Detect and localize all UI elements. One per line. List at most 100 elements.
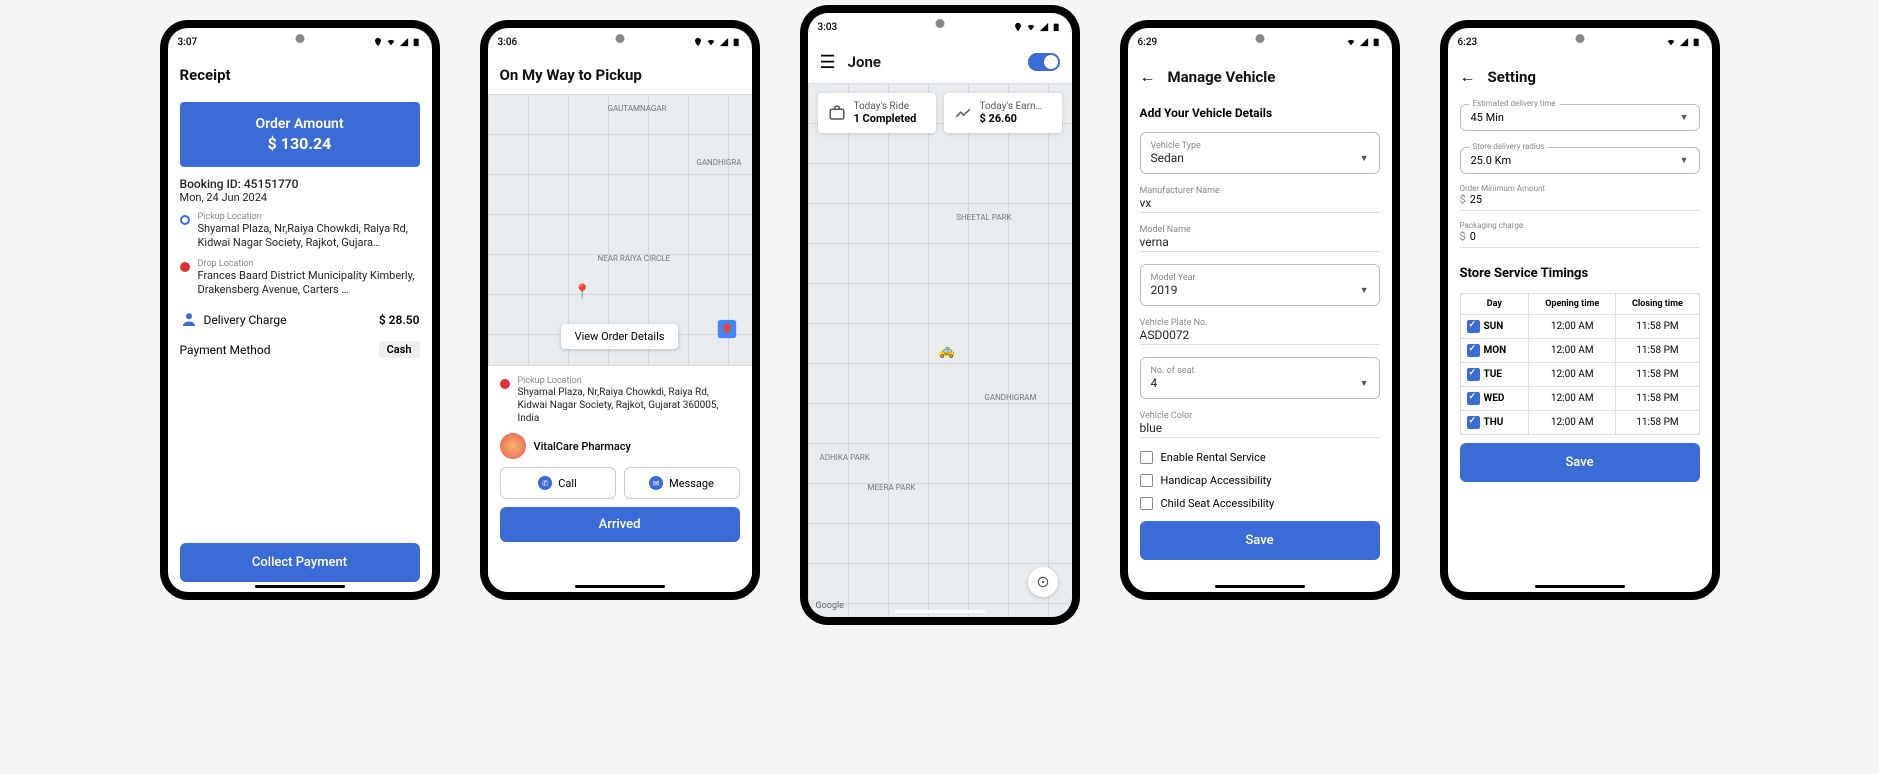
checkbox-icon xyxy=(1140,474,1153,487)
page-title: Manage Vehicle xyxy=(1168,68,1276,86)
pickup-dot-icon xyxy=(180,215,190,225)
call-button[interactable]: ✆ Call xyxy=(500,467,616,499)
field-label: Store delivery radius xyxy=(1469,142,1549,151)
signal-icon xyxy=(719,37,729,47)
collect-payment-button[interactable]: Collect Payment xyxy=(180,543,420,582)
field-value: blue xyxy=(1140,421,1380,435)
signal-icon xyxy=(1039,22,1049,32)
wifi-icon xyxy=(1026,22,1036,32)
map-area-label: NEAR RAIYA CIRCLE xyxy=(598,254,671,263)
map-area-label: SHEETAL PARK xyxy=(956,213,1011,222)
day-name: WED xyxy=(1484,393,1505,404)
day-name: TUE xyxy=(1484,369,1502,380)
table-row[interactable]: SUN12:00 AM11:58 PM xyxy=(1460,315,1699,339)
back-icon[interactable]: ← xyxy=(1460,67,1476,87)
signal-icon xyxy=(399,37,409,47)
nav-bar xyxy=(575,585,665,588)
checkbox-icon xyxy=(1467,368,1480,381)
field-label: Model Name xyxy=(1140,225,1380,235)
checkbox-icon xyxy=(1467,392,1480,405)
page-title: Setting xyxy=(1488,68,1536,86)
google-attribution: Google xyxy=(816,601,844,611)
field-label: Order Minimum Amount xyxy=(1460,184,1700,193)
message-button[interactable]: ✉ Message xyxy=(624,467,740,499)
back-icon[interactable]: ← xyxy=(1140,67,1156,87)
vehicle-type-select[interactable]: Vehicle Type Sedan▼ xyxy=(1140,132,1380,174)
status-time: 3:07 xyxy=(178,37,198,48)
checkbox-icon xyxy=(1467,320,1480,333)
ride-value: 1 Completed xyxy=(854,112,917,125)
field-value: 45 Min xyxy=(1471,111,1504,124)
model-year-select[interactable]: Model Year 2019▼ xyxy=(1140,264,1380,306)
page-title: On My Way to Pickup xyxy=(500,66,740,84)
min-amount-input[interactable]: Order Minimum Amount $25 xyxy=(1460,184,1700,211)
view-order-button[interactable]: View Order Details xyxy=(561,324,679,349)
open-time: 12:00 AM xyxy=(1529,339,1616,363)
currency-prefix: $ xyxy=(1460,230,1466,243)
save-button[interactable]: Save xyxy=(1140,521,1380,560)
signal-icon xyxy=(1679,37,1689,47)
google-maps-icon[interactable] xyxy=(716,318,738,340)
camera-dot xyxy=(1575,34,1584,43)
table-row[interactable]: WED12:00 AM11:58 PM xyxy=(1460,387,1699,411)
status-time: 6:29 xyxy=(1138,37,1158,48)
delivery-radius-select[interactable]: Store delivery radius 25.0 Km▼ xyxy=(1460,147,1700,174)
nav-bar xyxy=(255,585,345,588)
currency-prefix: $ xyxy=(1460,193,1466,206)
page-title: Receipt xyxy=(180,66,420,84)
field-label: No. of seat xyxy=(1151,366,1369,376)
delivery-charge-label: Delivery Charge xyxy=(204,313,379,327)
table-row[interactable]: THU12:00 AM11:58 PM xyxy=(1460,411,1699,435)
packaging-input[interactable]: Packaging charge $0 xyxy=(1460,221,1700,248)
today-earn-card[interactable]: Today's Earn… $ 26.60 xyxy=(944,93,1062,133)
order-amount-value: $ 130.24 xyxy=(180,134,420,153)
today-ride-card[interactable]: Today's Ride 1 Completed xyxy=(818,93,936,133)
handicap-checkbox[interactable]: Handicap Accessibility xyxy=(1128,469,1392,492)
checkbox-icon xyxy=(1467,344,1480,357)
field-label: Vehicle Color xyxy=(1140,411,1380,421)
childseat-checkbox[interactable]: Child Seat Accessibility xyxy=(1128,492,1392,515)
delivery-time-select[interactable]: Estimated delivery time 45 Min▼ xyxy=(1460,104,1700,131)
rental-checkbox[interactable]: Enable Rental Service xyxy=(1128,446,1392,469)
manufacturer-input[interactable]: Manufacturer Name vx xyxy=(1140,186,1380,213)
map-area-label: GAUTAMNAGAR xyxy=(608,104,667,113)
field-value: 25 xyxy=(1470,193,1482,206)
locate-me-button[interactable] xyxy=(1028,567,1058,597)
close-time: 11:58 PM xyxy=(1616,363,1699,387)
table-row[interactable]: TUE12:00 AM11:58 PM xyxy=(1460,363,1699,387)
color-input[interactable]: Vehicle Color blue xyxy=(1140,411,1380,438)
field-value: 0 xyxy=(1470,230,1476,243)
chevron-down-icon: ▼ xyxy=(1680,155,1689,166)
call-label: Call xyxy=(558,477,577,490)
earn-label: Today's Earn… xyxy=(980,101,1043,112)
seat-select[interactable]: No. of seat 4▼ xyxy=(1140,357,1380,399)
open-time: 12:00 AM xyxy=(1529,315,1616,339)
field-value: 2019 xyxy=(1151,283,1178,297)
location-icon xyxy=(693,37,703,47)
drop-address: Frances Baard District Municipality Kimb… xyxy=(198,269,420,298)
close-time: 11:58 PM xyxy=(1616,387,1699,411)
battery-icon xyxy=(1692,37,1702,47)
driver-pin-icon: 🚕 xyxy=(938,343,955,359)
status-time: 6:23 xyxy=(1458,37,1478,48)
online-toggle[interactable] xyxy=(1028,53,1060,71)
order-amount-label: Order Amount xyxy=(180,116,420,132)
model-name-input[interactable]: Model Name verna xyxy=(1140,225,1380,252)
open-time: 12:00 AM xyxy=(1529,411,1616,435)
map-view[interactable]: GAUTAMNAGAR GANDHIGRA NEAR RAIYA CIRCLE … xyxy=(488,94,752,592)
briefcase-icon xyxy=(828,104,846,122)
map-view[interactable]: Today's Ride 1 Completed Today's Earn… $… xyxy=(808,83,1072,617)
field-value: verna xyxy=(1140,235,1380,249)
plate-input[interactable]: Vehicle Plate No. ASD0072 xyxy=(1140,318,1380,345)
camera-dot xyxy=(295,34,304,43)
map-area-label: GANDHIGRAM xyxy=(984,393,1036,402)
booking-meta: Booking ID: 45151770 Mon, 24 Jun 2024 xyxy=(168,177,432,212)
table-row[interactable]: MON12:00 AM11:58 PM xyxy=(1460,339,1699,363)
arrived-button[interactable]: Arrived xyxy=(500,507,740,542)
ride-label: Today's Ride xyxy=(854,101,917,112)
save-button[interactable]: Save xyxy=(1460,443,1700,482)
checkbox-icon xyxy=(1140,451,1153,464)
checkbox-icon xyxy=(1140,497,1153,510)
message-label: Message xyxy=(669,477,714,490)
menu-icon[interactable]: ☰ xyxy=(820,52,836,73)
